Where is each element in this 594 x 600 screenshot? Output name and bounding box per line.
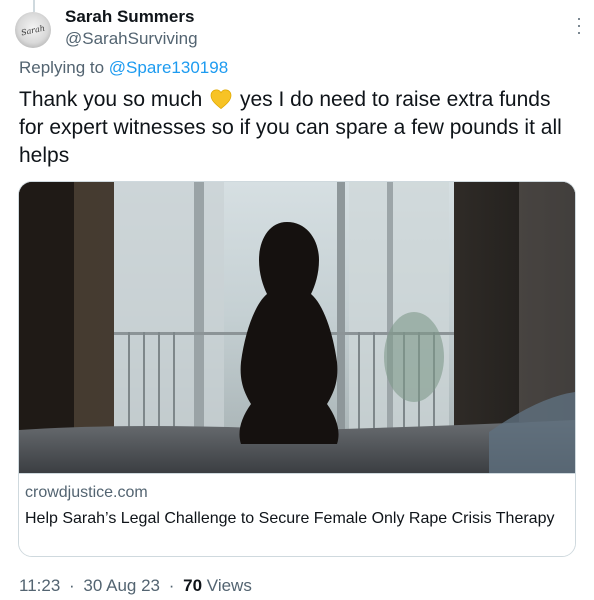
more-options-icon[interactable] <box>574 18 584 34</box>
replying-to-mention-link[interactable]: @Spare130198 <box>109 58 228 77</box>
separator-dot: · <box>168 576 175 595</box>
card-image <box>19 182 575 473</box>
author-avatar[interactable]: Sarah <box>15 12 51 48</box>
tweet-date[interactable]: 30 Aug 23 <box>83 576 160 595</box>
tweet-text-part-1: Thank you so much <box>19 88 203 111</box>
tweet-metadata: 11:23 · 30 Aug 23 · 70 Views <box>19 576 252 596</box>
separator-dot: · <box>69 576 75 595</box>
tweet-text: Thank you so much yes I do need to raise… <box>19 86 579 170</box>
thread-connector-line <box>33 0 35 12</box>
replying-to-line: Replying to @Spare130198 <box>19 58 228 78</box>
card-domain: crowdjustice.com <box>25 484 148 501</box>
tweet-time[interactable]: 11:23 <box>19 576 60 595</box>
replying-to-label: Replying to <box>19 58 105 77</box>
author-handle[interactable]: @SarahSurviving <box>65 29 198 49</box>
views-label: Views <box>206 576 252 595</box>
link-preview-card[interactable]: crowdjustice.com Help Sarah’s Legal Chal… <box>18 181 576 557</box>
card-title: Help Sarah’s Legal Challenge to Secure F… <box>25 510 555 527</box>
yellow-heart-icon <box>210 89 232 109</box>
woman-silhouette-at-window-photo <box>19 182 575 473</box>
avatar-signature-scrawl: Sarah <box>20 23 46 38</box>
views-count: 70 <box>183 576 203 595</box>
author-display-name[interactable]: Sarah Summers <box>65 7 194 27</box>
card-meta: crowdjustice.com Help Sarah’s Legal Chal… <box>19 473 575 556</box>
